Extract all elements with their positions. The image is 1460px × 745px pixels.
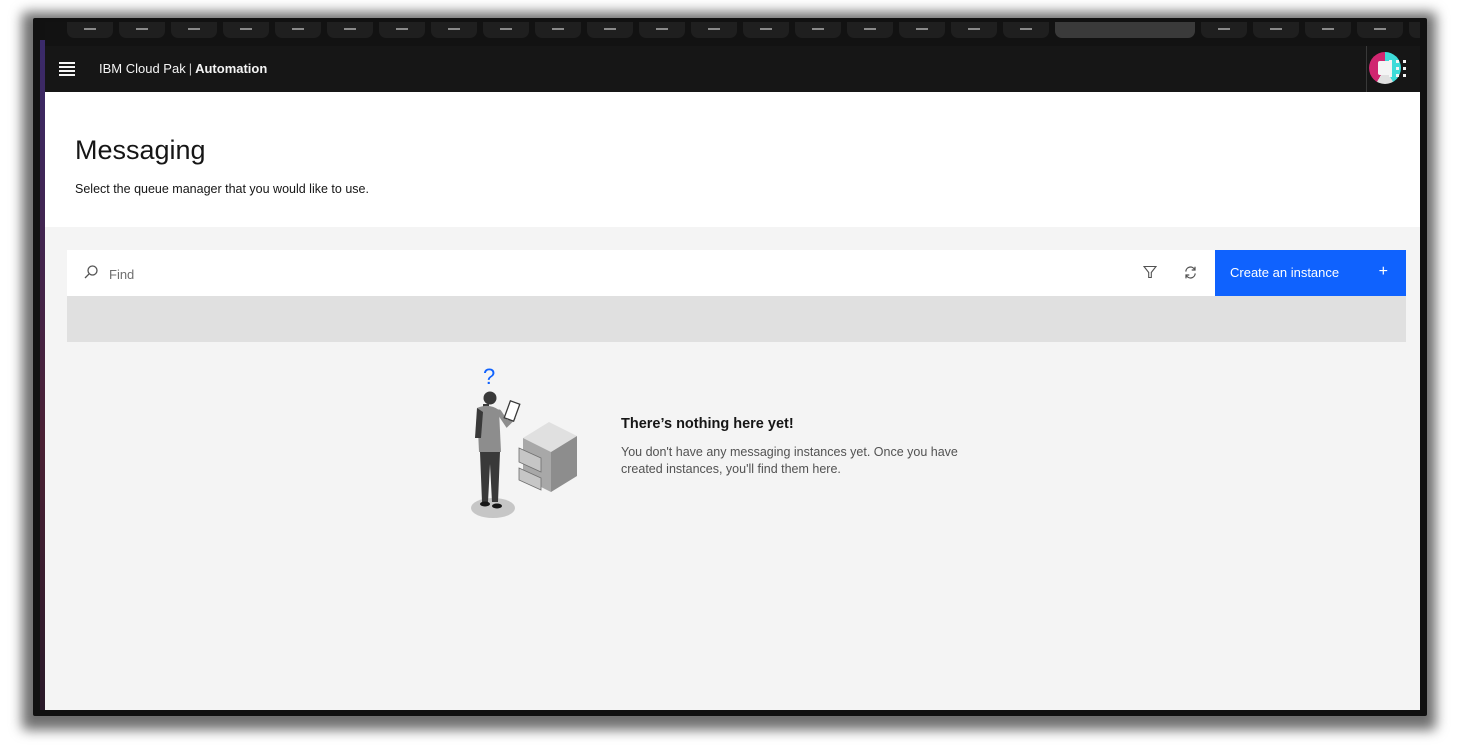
- tab-favicon: [240, 28, 252, 30]
- tab-favicon: [1322, 28, 1334, 30]
- browser-tab[interactable]: [1305, 22, 1351, 38]
- browser-tab[interactable]: [483, 22, 529, 38]
- tab-favicon: [292, 28, 304, 30]
- tab-favicon: [916, 28, 928, 30]
- app-screen: IBM Cloud Pak | Automation Messaging Selec…: [45, 46, 1420, 710]
- browser-tab[interactable]: [223, 22, 269, 38]
- browser-tab[interactable]: [1003, 22, 1049, 38]
- tab-favicon: [1270, 28, 1282, 30]
- browser-tab[interactable]: [639, 22, 685, 38]
- browser-tab[interactable]: [431, 22, 477, 38]
- tab-favicon: [84, 28, 96, 30]
- browser-tab[interactable]: [535, 22, 581, 38]
- add-icon: +: [1378, 263, 1388, 280]
- create-instance-button[interactable]: Create an instance +: [1215, 250, 1406, 296]
- top-navigation-bar: IBM Cloud Pak | Automation: [45, 46, 1420, 92]
- page-header: Messaging Select the queue manager that …: [45, 92, 1420, 227]
- brand-product: Automation: [195, 61, 268, 76]
- create-instance-label: Create an instance: [1230, 265, 1340, 280]
- tab-favicon: [656, 28, 668, 30]
- tab-favicon: [188, 28, 200, 30]
- browser-tab[interactable]: [1055, 22, 1195, 38]
- tab-favicon: [968, 28, 980, 30]
- tab-favicon: [500, 28, 512, 30]
- tab-favicon: [1020, 28, 1032, 30]
- product-name[interactable]: IBM Cloud Pak | Automation: [99, 61, 267, 76]
- tab-favicon: [864, 28, 876, 30]
- tab-favicon: [136, 28, 148, 30]
- browser-tab[interactable]: [67, 22, 113, 38]
- browser-tab[interactable]: [119, 22, 165, 38]
- tab-favicon: [708, 28, 720, 30]
- page-subtitle: Select the queue manager that you would …: [75, 182, 369, 196]
- browser-tab-strip: [45, 22, 1420, 46]
- page-title: Messaging: [75, 135, 206, 165]
- tab-favicon: [344, 28, 356, 30]
- tab-favicon: [760, 28, 772, 30]
- tab-favicon: [552, 28, 564, 30]
- tab-favicon: [1218, 28, 1230, 30]
- browser-tab[interactable]: [899, 22, 945, 38]
- tab-favicon: [1374, 28, 1386, 30]
- tab-favicon: [812, 28, 824, 30]
- browser-tab[interactable]: [1357, 22, 1403, 38]
- search-input[interactable]: [107, 258, 1111, 290]
- browser-tab[interactable]: [743, 22, 789, 38]
- browser-tab[interactable]: [275, 22, 321, 38]
- browser-tab[interactable]: [1201, 22, 1247, 38]
- tab-favicon: [448, 28, 460, 30]
- browser-tab[interactable]: [327, 22, 373, 38]
- browser-tab[interactable]: [379, 22, 425, 38]
- table-toolbar: Create an instance +: [67, 250, 1406, 296]
- browser-tab[interactable]: [587, 22, 633, 38]
- browser-tab[interactable]: [691, 22, 737, 38]
- brand-prefix: IBM Cloud Pak: [99, 61, 186, 76]
- refresh-icon[interactable]: [1183, 265, 1198, 280]
- empty-state-body: You don't have any messaging instances y…: [621, 445, 958, 476]
- tab-favicon: [396, 28, 408, 30]
- empty-state-illustration: ?: [471, 368, 577, 518]
- browser-tab[interactable]: [1253, 22, 1299, 38]
- tab-favicon: [604, 28, 616, 30]
- browser-tab[interactable]: [951, 22, 997, 38]
- browser-tab[interactable]: [847, 22, 893, 38]
- browser-tab[interactable]: [1409, 22, 1420, 38]
- search-icon: [84, 265, 98, 279]
- browser-tab[interactable]: [171, 22, 217, 38]
- filter-icon[interactable]: [1143, 265, 1157, 279]
- app-switcher-icon[interactable]: [1389, 60, 1407, 78]
- table-header-row: [67, 296, 1406, 342]
- empty-state-title: There’s nothing here yet!: [621, 416, 794, 432]
- hamburger-menu-icon[interactable]: [59, 62, 75, 76]
- browser-tab[interactable]: [795, 22, 841, 38]
- brand-separator: |: [188, 61, 193, 76]
- question-mark-icon: ?: [483, 368, 495, 389]
